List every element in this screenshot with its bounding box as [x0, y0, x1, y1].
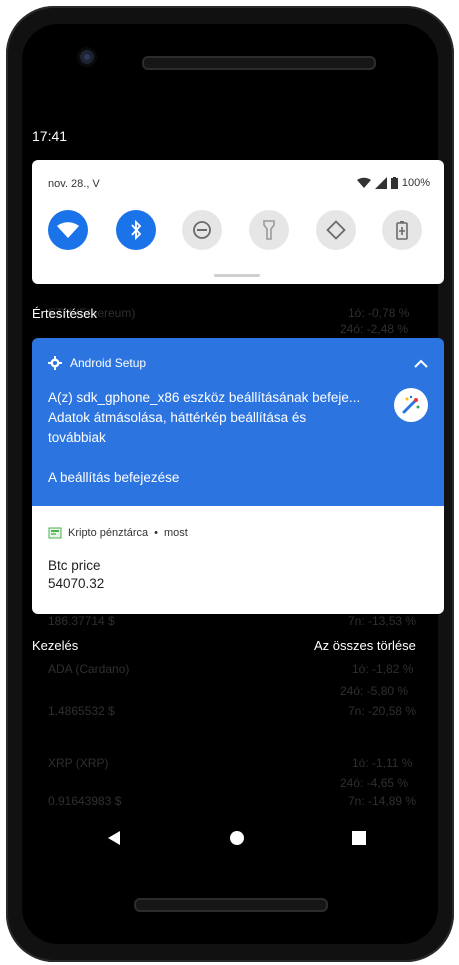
cell-signal-icon [374, 177, 387, 189]
bg-xrp-1h: 1ó: -1,11 % [352, 756, 413, 770]
clock: 17:41 [32, 128, 68, 144]
bg-eth-24h: 24ó: -2,48 % [340, 322, 409, 336]
setup-line-3: továbbiak [48, 430, 106, 445]
wallet-time: most [163, 527, 188, 539]
bg-ada-1h: 1ó: -1,82 % [352, 662, 414, 676]
setup-action-button[interactable]: A beállítás befejezése [48, 470, 179, 485]
notifications-header: Értesítések [32, 306, 98, 321]
dnd-icon [193, 221, 211, 239]
collapse-icon[interactable] [414, 358, 428, 368]
bg-xrp-name: XRP (XRP) [48, 756, 109, 770]
bg-ada-name: ADA (Cardano) [48, 662, 130, 676]
battery-saver-icon [396, 221, 408, 240]
bg-xrp-24h: 24ó: -4,65 % [340, 776, 409, 790]
clear-all-button[interactable]: Az összes törlése [314, 638, 416, 653]
bg-ada-7d: 7n: -20,58 % [348, 704, 417, 718]
battery-status-icon [390, 177, 398, 189]
date-label: nov. 28., V [48, 178, 100, 190]
wallet-title: Btc price [48, 558, 101, 573]
bg-eth-7d: 7n: -13,53 % [348, 614, 417, 628]
flashlight-icon [263, 220, 275, 240]
auto-rotate-tile[interactable] [316, 210, 356, 250]
setup-wizard-icon [394, 388, 428, 422]
setup-app-name: Android Setup [70, 356, 147, 370]
gear-icon [48, 356, 62, 370]
recents-icon[interactable] [351, 830, 367, 846]
bluetooth-icon [131, 220, 142, 240]
battery-saver-tile[interactable] [382, 210, 422, 250]
battery-percent: 100% [401, 177, 430, 189]
quick-settings-panel: nov. 28., V 100% [32, 160, 444, 284]
status-icons: 100% [356, 177, 430, 189]
bg-xrp-value: 0.91643983 $ [48, 794, 122, 808]
setup-line-1: A(z) sdk_gphone_x86 eszköz beállításának… [48, 390, 361, 405]
bg-ada-value: 1.4865532 $ [48, 704, 115, 718]
wifi-icon [57, 222, 79, 238]
bluetooth-tile[interactable] [116, 210, 156, 250]
flashlight-tile[interactable] [249, 210, 289, 250]
camera [80, 50, 94, 64]
bg-eth-value: 186.37714 $ [48, 614, 115, 628]
manage-button[interactable]: Kezelés [32, 638, 78, 653]
setup-line-2: Adatok átmásolása, háttérkép beállítása … [48, 410, 307, 425]
bg-eth-1h: 1ó: -0,78 % [348, 306, 410, 320]
magic-wand-icon [402, 395, 420, 414]
wallet-value: 54070.32 [48, 576, 105, 591]
wifi-status-icon [356, 177, 371, 188]
wallet-app-name: Kripto pénztárca [68, 527, 149, 539]
drag-handle[interactable] [214, 274, 260, 277]
wallet-app-icon [48, 527, 62, 539]
wallet-notification[interactable]: Kripto pénztárca • most Btc price 54070.… [32, 506, 444, 614]
wifi-tile[interactable] [48, 210, 88, 250]
setup-notification[interactable]: Android Setup A(z) sdk_gphone_x86 eszköz… [32, 338, 444, 506]
bg-ada-24h: 24ó: -5,80 % [340, 684, 409, 698]
bottom-speaker [134, 898, 328, 912]
back-icon[interactable] [106, 830, 122, 846]
bg-xrp-7d: 7n: -14,89 % [348, 794, 417, 808]
earpiece-speaker [142, 56, 376, 70]
dnd-tile[interactable] [182, 210, 222, 250]
auto-rotate-icon [326, 220, 346, 240]
home-icon[interactable] [229, 830, 245, 846]
separator-dot: • [154, 527, 158, 539]
